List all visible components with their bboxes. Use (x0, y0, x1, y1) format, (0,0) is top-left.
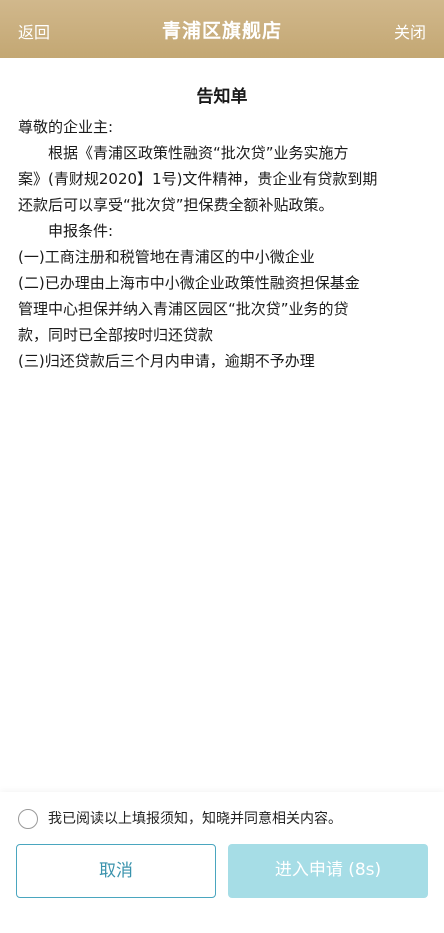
notice-line: 款，同时已全部按时归还贷款 (18, 326, 214, 344)
apply-button[interactable]: 进入申请 (8s) (228, 844, 428, 898)
page-title: 青浦区旗舰店 (161, 20, 282, 42)
notice-line: (一)工商注册和税管地在青浦区的中小微企业 (18, 248, 315, 266)
app-header: 返回 青浦区旗舰店 关闭 (0, 0, 444, 58)
agree-radio[interactable] (18, 809, 38, 829)
cancel-button[interactable]: 取消 (16, 844, 216, 898)
notice-line: 案》(青财规2020】1号)文件精神，贵企业有贷款到期 (18, 170, 378, 188)
notice-line: 还款后可以享受“批次贷”担保费全额补贴政策。 (18, 196, 334, 214)
notice-line: 根据《青浦区政策性融资“批次贷”业务实施方 (48, 144, 349, 162)
close-button[interactable]: 关闭 (394, 19, 426, 43)
notice-line: (二)已办理由上海市中小微企业政策性融资担保基金 (18, 274, 360, 292)
notice-line: 管理中心担保并纳入青浦区园区“批次贷”业务的贷 (18, 300, 349, 318)
notice-line: (三)归还贷款后三个月内申请，逾期不予办理 (18, 352, 315, 370)
notice-line: 尊敬的企业主: (18, 118, 114, 136)
notice-line: 申报条件: (48, 222, 114, 240)
notice-title: 告知单 (196, 87, 248, 107)
footer-bar: 我已阅读以上填报须知，知晓并同意相关内容。 取消 进入申请 (8s) (0, 792, 444, 933)
agree-text[interactable]: 我已阅读以上填报须知，知晓并同意相关内容。 (48, 808, 342, 828)
